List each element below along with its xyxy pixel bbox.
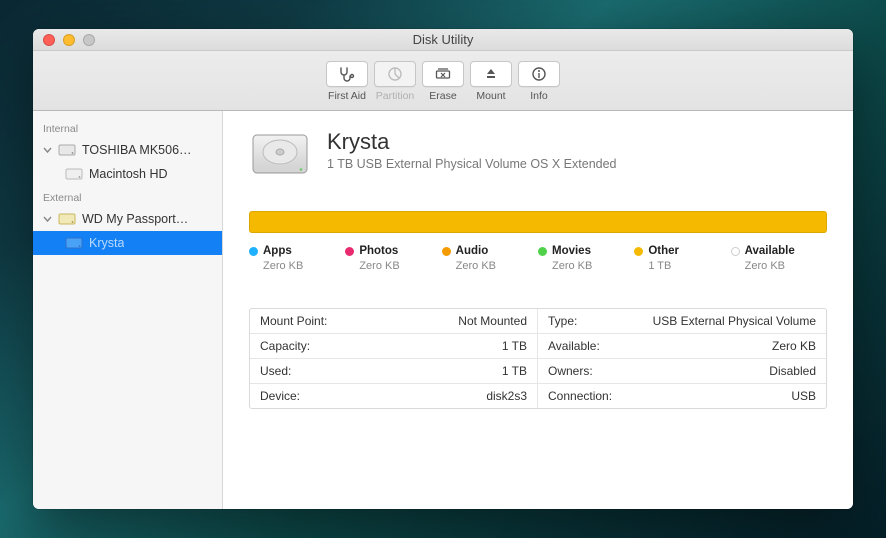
- info-icon: [531, 66, 547, 82]
- disk-large-icon: [249, 129, 311, 179]
- legend-apps: Apps Zero KB: [249, 245, 345, 272]
- drive-icon: [58, 143, 76, 157]
- usage-bar: [249, 211, 827, 233]
- chevron-down-icon[interactable]: [43, 146, 52, 155]
- legend-movies: Movies Zero KB: [538, 245, 634, 272]
- legend-other: Other 1 TB: [634, 245, 730, 272]
- erase-button[interactable]: Erase: [422, 61, 464, 102]
- titlebar: Disk Utility: [33, 29, 853, 51]
- sidebar-item-wd-passport[interactable]: WD My Passport…: [33, 207, 222, 231]
- partition-button: Partition: [374, 61, 416, 102]
- detail-connection: Connection:USB: [538, 384, 826, 408]
- legend-photos: Photos Zero KB: [345, 245, 441, 272]
- details-table: Mount Point:Not Mounted Type:USB Externa…: [249, 308, 827, 409]
- sidebar-item-toshiba[interactable]: TOSHIBA MK506…: [33, 138, 222, 162]
- external-drive-icon: [58, 212, 76, 226]
- chevron-down-icon[interactable]: [43, 215, 52, 224]
- stethoscope-icon: [338, 66, 356, 82]
- usage-legend: Apps Zero KB Photos Zero KB Audio Zero K…: [249, 245, 827, 272]
- volume-name: Krysta: [327, 129, 617, 155]
- detail-type: Type:USB External Physical Volume: [538, 309, 826, 334]
- legend-available: Available Zero KB: [731, 245, 827, 272]
- sidebar-item-macintosh-hd[interactable]: Macintosh HD: [33, 162, 222, 186]
- sidebar-item-krysta[interactable]: Krysta: [33, 231, 222, 255]
- swatch-photos: [345, 247, 354, 256]
- detail-device: Device:disk2s3: [250, 384, 538, 408]
- volume-description: 1 TB USB External Physical Volume OS X E…: [327, 157, 617, 171]
- info-button[interactable]: Info: [518, 61, 560, 102]
- drive-icon: [65, 167, 83, 181]
- detail-owners: Owners:Disabled: [538, 359, 826, 384]
- first-aid-button[interactable]: First Aid: [326, 61, 368, 102]
- sidebar-group-internal: Internal: [33, 117, 222, 138]
- main-panel: Krysta 1 TB USB External Physical Volume…: [223, 111, 853, 509]
- disk-utility-window: Disk Utility First Aid Partition Erase: [33, 29, 853, 509]
- erase-icon: [434, 67, 452, 81]
- sidebar: Internal TOSHIBA MK506… Macintosh HD Ext…: [33, 111, 223, 509]
- legend-audio: Audio Zero KB: [442, 245, 538, 272]
- toolbar: First Aid Partition Erase Mount Info: [33, 51, 853, 111]
- detail-used: Used:1 TB: [250, 359, 538, 384]
- pie-icon: [387, 66, 403, 82]
- swatch-audio: [442, 247, 451, 256]
- swatch-movies: [538, 247, 547, 256]
- external-drive-icon: [65, 236, 83, 250]
- detail-mount-point: Mount Point:Not Mounted: [250, 309, 538, 334]
- window-title: Disk Utility: [33, 32, 853, 47]
- detail-capacity: Capacity:1 TB: [250, 334, 538, 359]
- swatch-apps: [249, 247, 258, 256]
- swatch-other: [634, 247, 643, 256]
- mount-icon: [483, 66, 499, 82]
- sidebar-group-external: External: [33, 186, 222, 207]
- detail-available: Available:Zero KB: [538, 334, 826, 359]
- mount-button[interactable]: Mount: [470, 61, 512, 102]
- swatch-available: [731, 247, 740, 256]
